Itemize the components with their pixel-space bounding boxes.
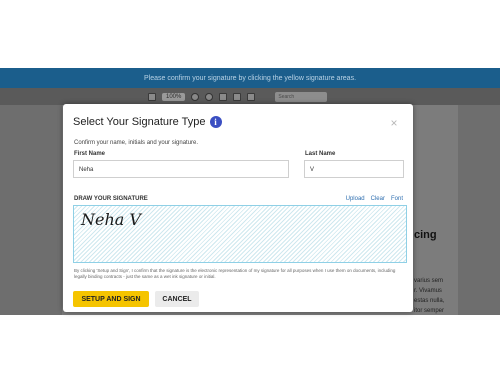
dialog-subtitle: Confirm your name, initials and your sig… xyxy=(74,140,199,146)
notice-text: Please confirm your signature by clickin… xyxy=(143,74,357,82)
clear-link[interactable]: Clear xyxy=(371,196,385,202)
zoom-out-icon[interactable] xyxy=(205,92,214,101)
background-heading: cing xyxy=(414,229,437,241)
dialog-title: Select Your Signature Type i xyxy=(73,116,222,128)
search-input[interactable]: Search xyxy=(275,91,328,102)
zoom-in-icon[interactable] xyxy=(191,92,200,101)
draw-signature-label: DRAW YOUR SIGNATURE xyxy=(74,196,148,202)
background-text-line: varius sem xyxy=(414,278,444,284)
background-text-line: itor semper xyxy=(414,308,445,314)
signature-notice-bar: Please confirm your signature by clickin… xyxy=(0,68,500,88)
last-name-field[interactable]: V xyxy=(304,160,404,178)
signature-options: Upload Clear Font xyxy=(346,196,403,202)
signature-pad[interactable]: Neha V xyxy=(73,205,407,263)
first-name-field[interactable]: Neha xyxy=(73,160,289,178)
zoom-level[interactable]: 100% xyxy=(162,92,186,101)
background-text-line: r. Vivamus xyxy=(414,288,442,294)
first-name-label: First Name xyxy=(74,151,106,157)
dialog-title-text: Select Your Signature Type xyxy=(73,116,206,128)
last-name-label: Last Name xyxy=(305,151,336,157)
close-icon[interactable]: × xyxy=(389,117,399,129)
drawn-signature: Neha V xyxy=(81,210,141,229)
viewer-toolbar: 100% Search xyxy=(0,88,500,105)
page-view-icon[interactable] xyxy=(233,92,242,101)
upload-link[interactable]: Upload xyxy=(346,196,365,202)
hand-tool-icon[interactable] xyxy=(219,92,228,101)
info-icon[interactable]: i xyxy=(209,116,222,128)
font-link[interactable]: Font xyxy=(391,196,403,202)
grid-view-icon[interactable] xyxy=(247,92,256,101)
sidebar-toggle-icon[interactable] xyxy=(148,92,156,101)
signature-type-dialog: Select Your Signature Type i × Confirm y… xyxy=(63,104,413,312)
legal-disclaimer: By clicking 'Setup and Sign', I confirm … xyxy=(74,268,396,279)
setup-and-sign-button[interactable]: SETUP AND SIGN xyxy=(73,291,149,307)
background-text-line: estas nulla, xyxy=(414,298,445,304)
cancel-button[interactable]: CANCEL xyxy=(155,291,199,307)
